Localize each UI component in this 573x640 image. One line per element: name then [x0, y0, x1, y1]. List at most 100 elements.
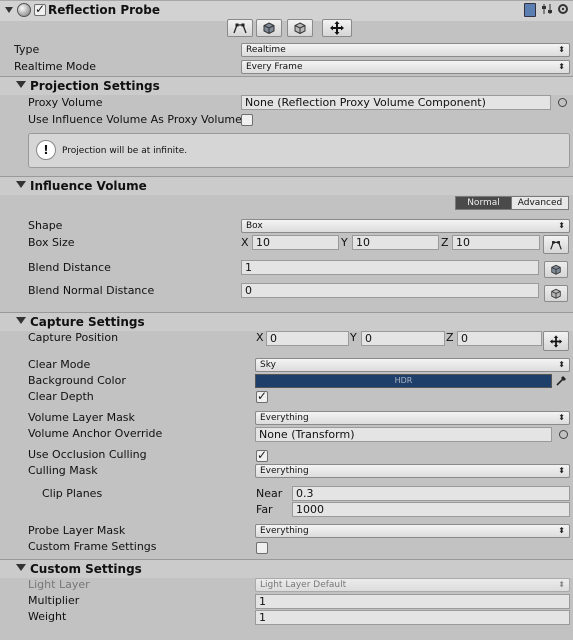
multiplier-label: Multiplier	[28, 594, 80, 607]
clear-mode-label: Clear Mode	[28, 358, 91, 371]
far-label: Far	[256, 503, 273, 516]
box-size-x-axis: X	[241, 236, 249, 249]
weight-label: Weight	[28, 610, 67, 623]
projection-box-button[interactable]	[256, 19, 282, 37]
influence-volume-title: Influence Volume	[30, 179, 147, 193]
influence-volume-header[interactable]: Influence Volume	[0, 176, 573, 195]
realtime-mode-value: Every Frame	[246, 62, 303, 72]
help-book-icon[interactable]	[524, 3, 536, 17]
multiplier-field[interactable]: 1	[255, 594, 570, 609]
type-label: Type	[14, 43, 40, 56]
reflection-probe-icon	[17, 3, 31, 17]
eyedropper-icon[interactable]	[555, 373, 569, 387]
blend-distance-field[interactable]: 1	[241, 260, 539, 275]
info-icon: !	[36, 140, 56, 160]
clear-mode-value: Sky	[260, 360, 276, 370]
probe-layer-mask-dropdown[interactable]: Everything ⬍	[255, 524, 570, 538]
foldout-arrow-icon	[16, 317, 26, 324]
projection-box-edit-icon	[263, 22, 275, 34]
box-size-y-axis: Y	[341, 236, 348, 249]
box-size-label: Box Size	[28, 236, 75, 249]
capture-position-x-axis: X	[256, 331, 264, 344]
box-size-edit-button[interactable]	[543, 235, 569, 254]
capture-position-z-field[interactable]: 0	[457, 331, 542, 346]
custom-frame-settings-checkbox[interactable]	[256, 542, 268, 554]
shape-label: Shape	[28, 219, 63, 232]
near-label: Near	[256, 487, 283, 500]
background-color-field[interactable]: HDR	[255, 374, 552, 388]
proxy-volume-label: Proxy Volume	[28, 96, 103, 109]
object-picker-icon[interactable]	[558, 98, 567, 107]
shape-dropdown[interactable]: Box ⬍	[241, 219, 570, 233]
blend-distance-label: Blend Distance	[28, 261, 111, 274]
foldout-arrow-icon[interactable]	[5, 7, 13, 13]
box-size-z-field[interactable]: 10	[452, 235, 540, 250]
blend-distance-edit-button[interactable]	[544, 261, 568, 278]
weight-field[interactable]: 1	[255, 610, 570, 625]
dropdown-caret-icon: ⬍	[558, 221, 565, 230]
custom-settings-title: Custom Settings	[30, 562, 142, 576]
move-tool-button[interactable]	[322, 19, 352, 37]
mode-normal-tab[interactable]: Normal	[455, 196, 512, 210]
box-size-z-axis: Z	[441, 236, 449, 249]
blend-normal-field[interactable]: 0	[241, 283, 539, 298]
box-size-x-field[interactable]: 10	[252, 235, 339, 250]
dropdown-caret-icon: ⬍	[558, 580, 565, 589]
capture-position-y-field[interactable]: 0	[361, 331, 445, 346]
light-layer-dropdown[interactable]: Light Layer Default ⬍	[255, 578, 570, 592]
background-color-label: Background Color	[28, 374, 126, 387]
capture-position-y-axis: Y	[350, 331, 357, 344]
blend-normal-edit-icon	[294, 22, 306, 34]
culling-mask-label: Culling Mask	[28, 464, 98, 477]
volume-anchor-label: Volume Anchor Override	[28, 427, 163, 440]
object-picker-icon[interactable]	[559, 430, 568, 439]
use-influence-label: Use Influence Volume As Proxy Volume	[28, 113, 242, 126]
proxy-volume-field[interactable]: None (Reflection Proxy Volume Component)	[241, 95, 551, 110]
far-field[interactable]: 1000	[292, 502, 570, 517]
preset-sliders-icon[interactable]	[541, 2, 553, 16]
volume-anchor-field[interactable]: None (Transform)	[255, 427, 552, 442]
realtime-mode-dropdown[interactable]: Every Frame ⬍	[241, 60, 570, 74]
type-dropdown-value: Realtime	[246, 45, 286, 55]
capture-position-move-button[interactable]	[543, 331, 569, 351]
hdr-label: HDR	[394, 376, 413, 385]
culling-mask-dropdown[interactable]: Everything ⬍	[255, 464, 570, 478]
influence-edit-button[interactable]	[227, 19, 253, 37]
clear-depth-checkbox[interactable]	[256, 389, 268, 403]
clear-mode-dropdown[interactable]: Sky ⬍	[255, 358, 570, 372]
move-tool-icon	[330, 21, 344, 35]
move-tool-icon	[549, 334, 563, 348]
volume-layer-mask-dropdown[interactable]: Everything ⬍	[255, 411, 570, 425]
projection-settings-title: Projection Settings	[30, 79, 160, 93]
dropdown-caret-icon: ⬍	[558, 62, 565, 71]
blend-normal-edit-button[interactable]	[544, 285, 568, 302]
capture-position-label: Capture Position	[28, 331, 119, 344]
capture-settings-header[interactable]: Capture Settings	[0, 312, 573, 331]
capture-position-x-field[interactable]: 0	[266, 331, 349, 346]
projection-box-edit-icon	[551, 264, 561, 275]
influence-volume-edit-icon	[233, 23, 247, 34]
near-field[interactable]: 0.3	[292, 486, 570, 501]
use-influence-checkbox[interactable]	[241, 114, 253, 126]
custom-settings-header[interactable]: Custom Settings	[0, 559, 573, 578]
blend-normal-button[interactable]	[287, 19, 313, 37]
culling-mask-value: Everything	[260, 466, 309, 476]
blend-normal-edit-icon	[551, 288, 561, 299]
shape-dropdown-value: Box	[246, 221, 263, 231]
clear-depth-label: Clear Depth	[28, 390, 94, 403]
mode-advanced-tab[interactable]: Advanced	[511, 196, 569, 210]
occlusion-culling-label: Use Occlusion Culling	[28, 448, 147, 461]
foldout-arrow-icon	[16, 564, 26, 571]
type-dropdown[interactable]: Realtime ⬍	[241, 43, 570, 57]
blend-normal-label: Blend Normal Distance	[28, 284, 155, 297]
volume-layer-mask-value: Everything	[260, 413, 309, 423]
box-size-y-field[interactable]: 10	[352, 235, 439, 250]
light-layer-value: Light Layer Default	[260, 580, 347, 590]
context-menu-gear-icon[interactable]	[557, 2, 569, 16]
projection-info-text: Projection will be at infinite.	[62, 146, 188, 156]
probe-layer-mask-label: Probe Layer Mask	[28, 524, 126, 537]
component-enabled-checkbox[interactable]	[34, 2, 46, 16]
volume-layer-mask-label: Volume Layer Mask	[28, 411, 135, 424]
projection-settings-header[interactable]: Projection Settings	[0, 76, 573, 95]
occlusion-culling-checkbox[interactable]	[256, 448, 268, 462]
